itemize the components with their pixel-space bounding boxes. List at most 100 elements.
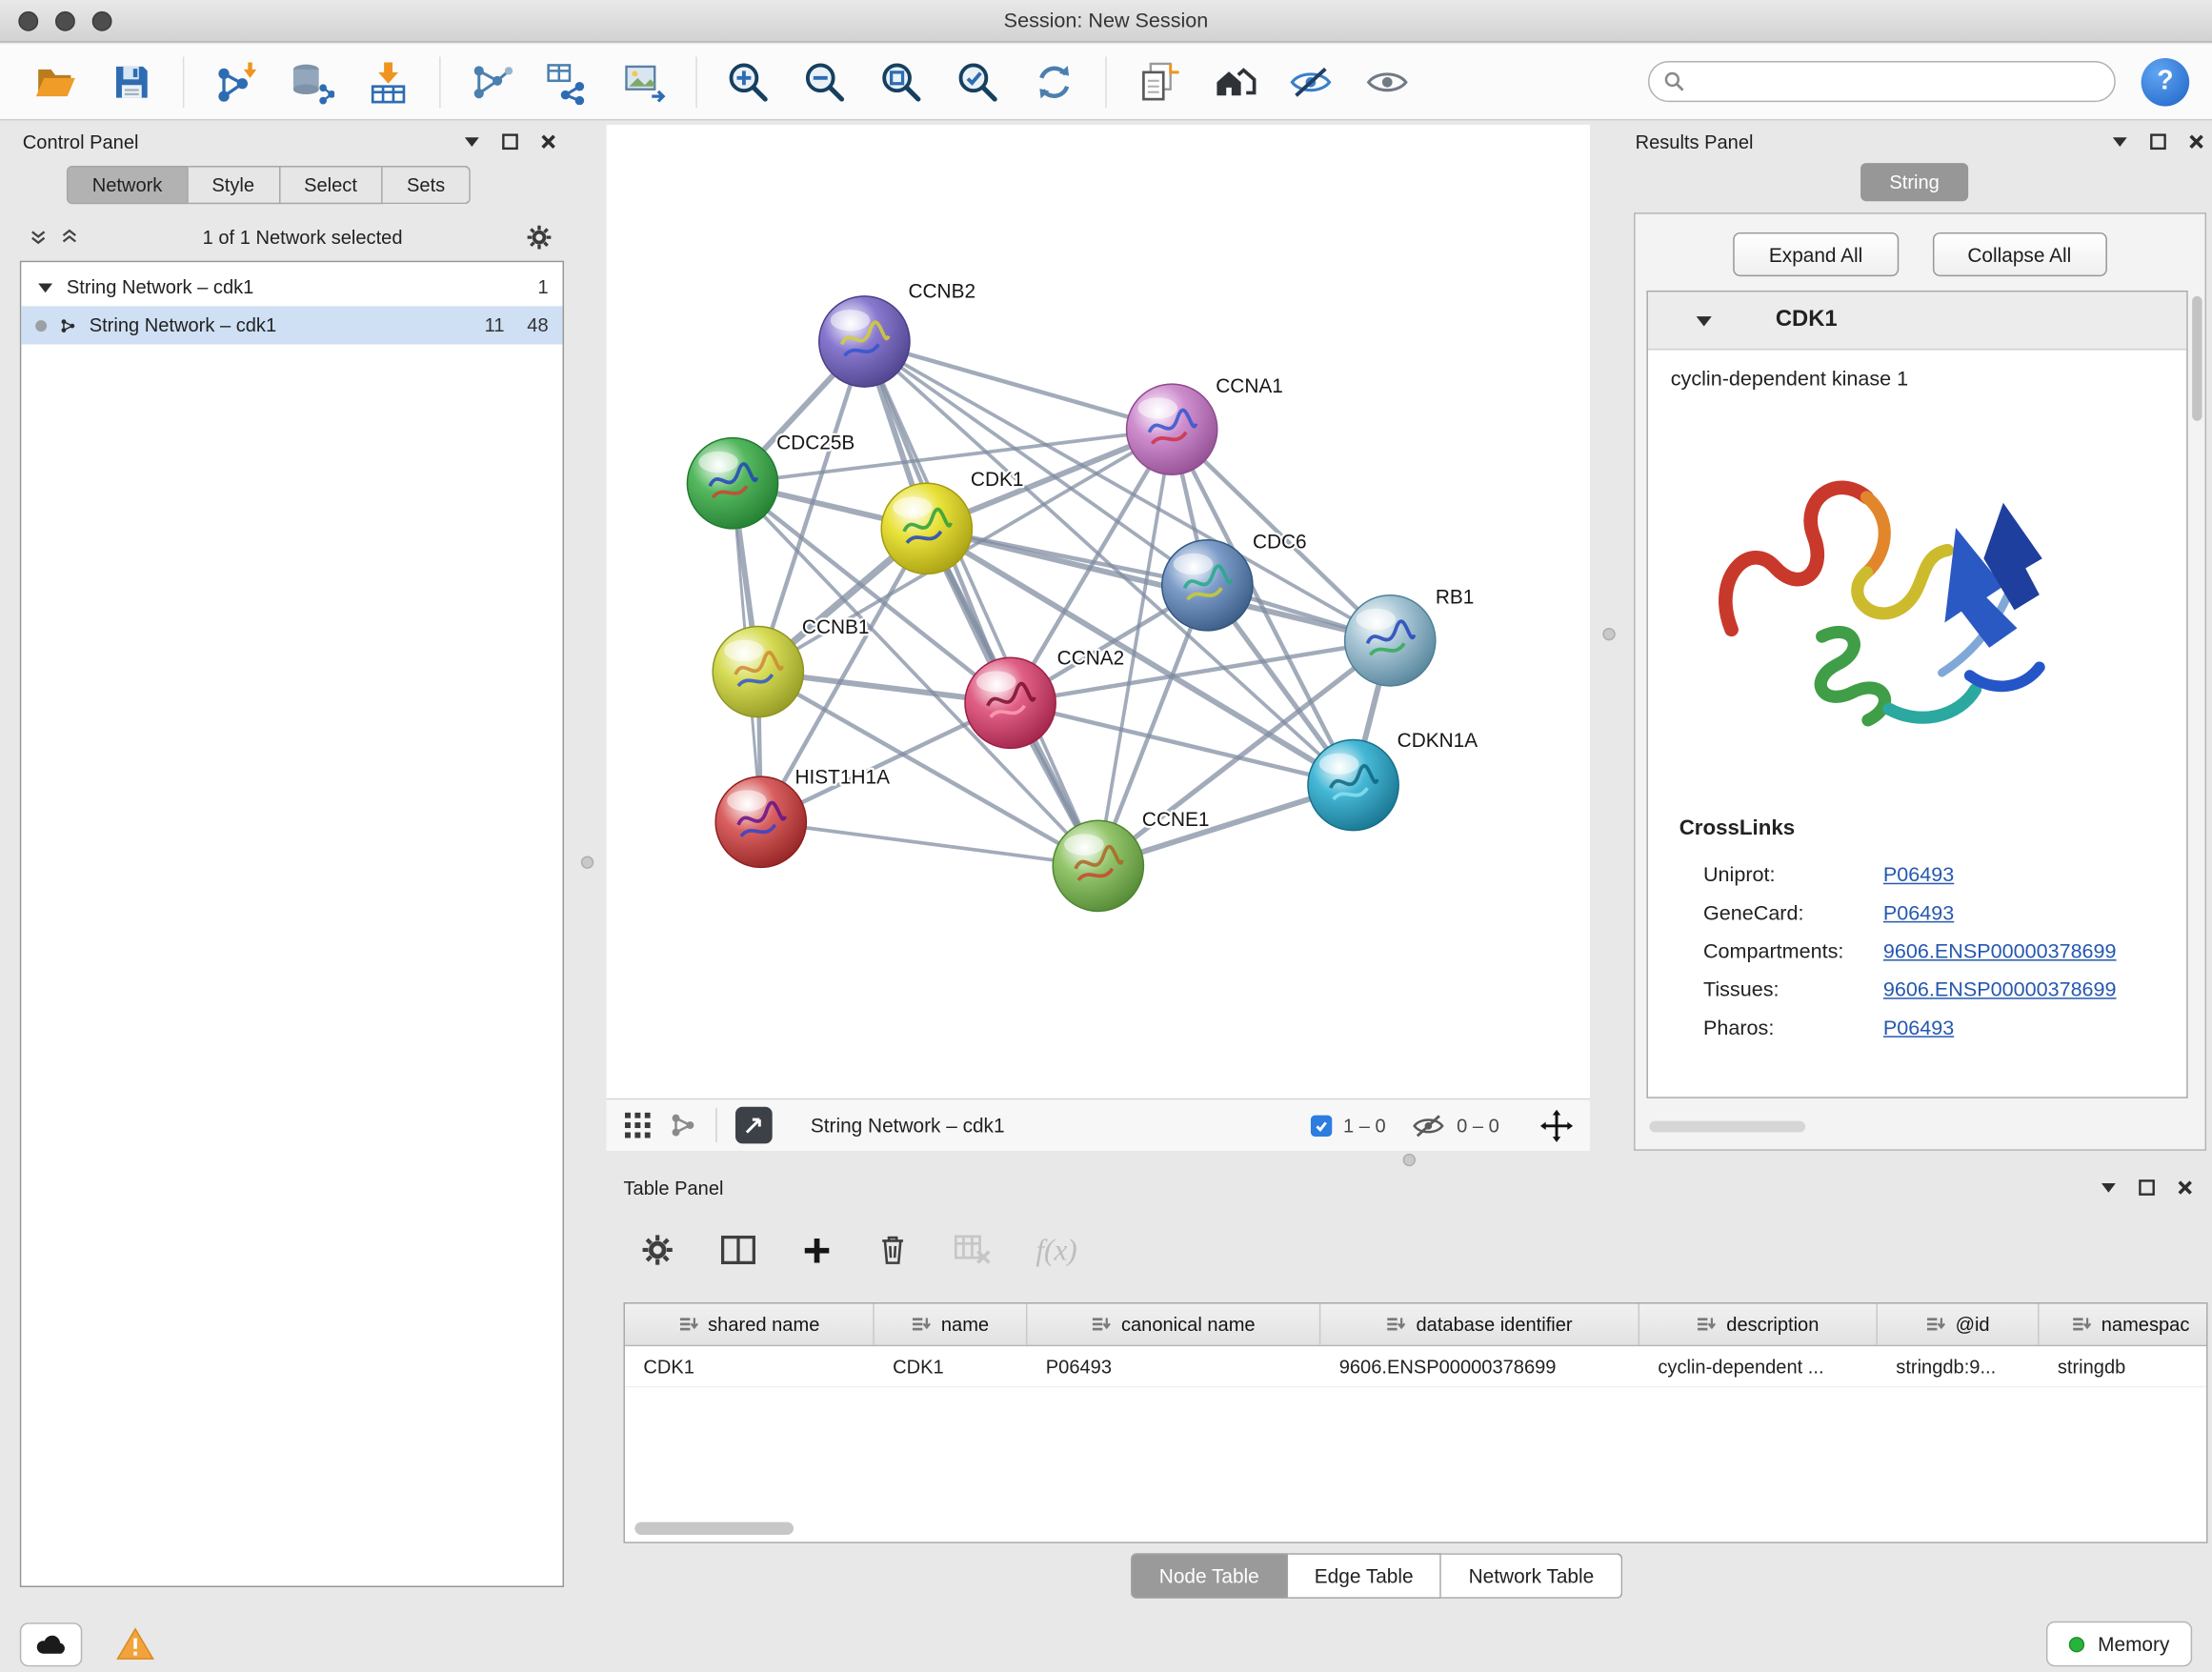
- tab-network[interactable]: Network: [67, 166, 188, 204]
- network-node-ccnb1[interactable]: [713, 626, 803, 716]
- tab-style[interactable]: Style: [188, 166, 280, 204]
- collapse-all-button[interactable]: Collapse All: [1932, 232, 2106, 276]
- hide-graphics-details-icon[interactable]: [1278, 51, 1343, 111]
- column-header[interactable]: @id: [1878, 1304, 2040, 1345]
- tab-edge-table[interactable]: Edge Table: [1288, 1553, 1442, 1599]
- tab-string[interactable]: String: [1860, 163, 1968, 201]
- help-icon[interactable]: ?: [2142, 57, 2190, 106]
- panel-float-icon[interactable]: [2137, 1178, 2157, 1198]
- window-close-button[interactable]: [18, 11, 38, 31]
- disclosure-triangle-icon[interactable]: [35, 277, 55, 297]
- expand-all-networks-icon[interactable]: [29, 227, 49, 247]
- panel-float-icon[interactable]: [500, 131, 520, 151]
- splitter-handle-bottom[interactable]: [1403, 1154, 1416, 1166]
- panel-collapse-icon[interactable]: [2110, 131, 2130, 151]
- column-header[interactable]: shared name: [625, 1304, 875, 1345]
- splitter-handle-left[interactable]: [581, 856, 593, 868]
- network-node-ccne1[interactable]: [1053, 820, 1143, 911]
- window-minimize-button[interactable]: [55, 11, 75, 31]
- network-node-rb1[interactable]: [1345, 595, 1436, 686]
- collapse-all-networks-icon[interactable]: [59, 227, 79, 247]
- network-node-ccna2[interactable]: [965, 657, 1056, 748]
- new-network-icon[interactable]: [459, 51, 524, 111]
- network-node-ccnb2[interactable]: [819, 296, 910, 387]
- column-header[interactable]: canonical name: [1027, 1304, 1320, 1345]
- save-session-icon[interactable]: [99, 51, 164, 111]
- panel-close-icon[interactable]: [2175, 1178, 2195, 1198]
- panel-float-icon[interactable]: [2148, 131, 2168, 151]
- network-graph[interactable]: CCNB2CCNA1CDC25BCDK1CDC6RB1CCNB1CCNA2CDK…: [607, 125, 1590, 1098]
- search-field[interactable]: [1648, 61, 2116, 102]
- crosslink-link[interactable]: 9606.ENSP00000378699: [1883, 940, 2117, 963]
- node-label-hist1h1a: HIST1H1A: [794, 767, 890, 789]
- network-edge[interactable]: [864, 341, 1097, 865]
- network-collection-row[interactable]: String Network – cdk1 1: [21, 268, 562, 306]
- search-input[interactable]: [1695, 70, 2100, 93]
- column-header[interactable]: description: [1639, 1304, 1878, 1345]
- panel-close-icon[interactable]: [538, 131, 558, 151]
- network-edge[interactable]: [927, 529, 1390, 641]
- network-edge[interactable]: [761, 822, 1098, 866]
- birds-eye-view-icon[interactable]: [735, 1107, 773, 1144]
- grid-view-icon[interactable]: [624, 1112, 651, 1138]
- network-node-hist1h1a[interactable]: [715, 776, 806, 867]
- network-view[interactable]: CCNB2CCNA1CDC25BCDK1CDC6RB1CCNB1CCNA2CDK…: [607, 125, 1590, 1151]
- tab-select[interactable]: Select: [280, 166, 383, 204]
- export-image-icon[interactable]: [613, 51, 677, 111]
- zoom-in-icon[interactable]: [715, 51, 780, 111]
- column-header[interactable]: database identifier: [1320, 1304, 1639, 1345]
- selected-nodes-checkbox[interactable]: [1311, 1115, 1332, 1136]
- import-table-from-file-icon[interactable]: [355, 51, 420, 111]
- memory-button[interactable]: Memory: [2047, 1622, 2193, 1667]
- show-graphics-details-icon[interactable]: [1355, 51, 1419, 111]
- splitter-handle-right[interactable]: [1602, 628, 1615, 640]
- show-columns-icon[interactable]: [720, 1235, 757, 1266]
- window-zoom-button[interactable]: [92, 11, 112, 31]
- zoom-fit-icon[interactable]: [869, 51, 934, 111]
- cloud-icon[interactable]: [20, 1622, 82, 1665]
- panel-close-icon[interactable]: [2186, 131, 2206, 151]
- panel-collapse-icon[interactable]: [2099, 1178, 2119, 1198]
- tab-sets[interactable]: Sets: [383, 166, 471, 204]
- table-settings-gear-icon[interactable]: [640, 1233, 674, 1267]
- copy-icon[interactable]: [1125, 51, 1190, 111]
- import-network-from-database-icon[interactable]: [279, 51, 344, 111]
- crosslink-link[interactable]: 9606.ENSP00000378699: [1883, 978, 2117, 1001]
- zoom-out-icon[interactable]: [793, 51, 857, 111]
- tab-node-table[interactable]: Node Table: [1131, 1553, 1287, 1599]
- network-node-cdc25b[interactable]: [687, 438, 777, 529]
- network-row-selected[interactable]: String Network – cdk1 11 48: [21, 306, 562, 344]
- network-selected-status: 1 of 1 Network selected: [90, 226, 514, 247]
- delete-column-icon[interactable]: [877, 1233, 909, 1267]
- column-header[interactable]: name: [875, 1304, 1028, 1345]
- crosslink-link[interactable]: P06493: [1883, 1017, 1954, 1039]
- network-node-cdkn1a[interactable]: [1308, 739, 1398, 830]
- network-share-icon[interactable]: [669, 1111, 697, 1139]
- table-horizontal-scrollbar-thumb[interactable]: [634, 1522, 794, 1535]
- crosslink-link[interactable]: P06493: [1883, 902, 1954, 925]
- vertical-scrollbar-thumb[interactable]: [2192, 296, 2202, 421]
- open-session-icon[interactable]: [23, 51, 88, 111]
- network-node-cdc6[interactable]: [1162, 540, 1253, 631]
- horizontal-scrollbar-thumb[interactable]: [1649, 1121, 1805, 1133]
- expand-all-button[interactable]: Expand All: [1734, 232, 1899, 276]
- network-from-table-icon[interactable]: [535, 51, 600, 111]
- column-header[interactable]: namespac: [2040, 1304, 2208, 1345]
- panel-collapse-icon[interactable]: [462, 131, 482, 151]
- add-column-icon[interactable]: [802, 1235, 832, 1264]
- toolbar-separator: [715, 1108, 716, 1142]
- pan-crosshair-icon[interactable]: [1538, 1108, 1573, 1142]
- gear-icon[interactable]: [526, 223, 553, 250]
- warning-icon[interactable]: [116, 1627, 154, 1662]
- crosslink-link[interactable]: P06493: [1883, 864, 1954, 887]
- refresh-view-icon[interactable]: [1021, 51, 1086, 111]
- zoom-selected-icon[interactable]: [945, 51, 1010, 111]
- network-node-ccna1[interactable]: [1127, 384, 1217, 474]
- home-icon[interactable]: [1201, 51, 1266, 111]
- table-row[interactable]: CDK1 CDK1 P06493 9606.ENSP00000378699 cy…: [625, 1346, 2206, 1387]
- cdk1-section-header[interactable]: CDK1: [1648, 292, 2186, 350]
- tab-network-table[interactable]: Network Table: [1441, 1553, 1622, 1599]
- import-network-from-file-icon[interactable]: [203, 51, 268, 111]
- disclosure-triangle-icon[interactable]: [1694, 311, 1714, 331]
- network-node-cdk1[interactable]: [881, 483, 972, 574]
